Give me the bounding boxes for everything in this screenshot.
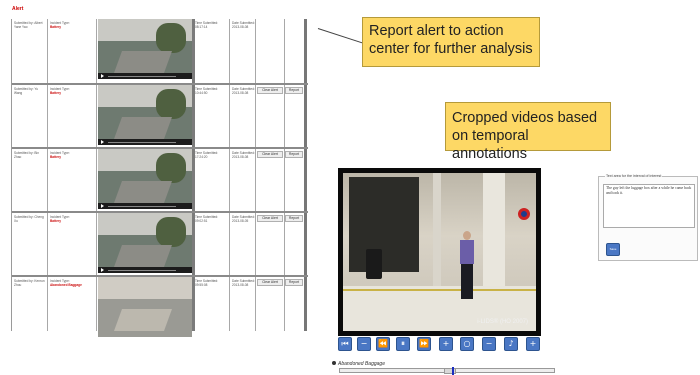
annotation-panel: Text area for the interval of interest T…: [598, 174, 698, 261]
submitted-by: Submitted by: Cheng Xu: [14, 215, 44, 223]
annotation-legend: Text area for the interval of interest: [605, 174, 663, 178]
submitted-by: Submitted by: Yu Wang: [14, 87, 39, 95]
rewind-icon[interactable]: ⏪: [376, 337, 390, 351]
play-icon[interactable]: [101, 204, 104, 208]
volume-icon[interactable]: ♪: [504, 337, 518, 351]
zoom-out-icon[interactable]: −: [357, 337, 371, 351]
report-button[interactable]: Report: [285, 215, 303, 222]
cropped-video-callout: Cropped videos based on temporal annotat…: [445, 102, 611, 162]
date-submitted: Date Submitted: 2013-08-08: [232, 21, 255, 29]
play-icon[interactable]: [101, 74, 104, 78]
play-icon[interactable]: [101, 268, 104, 272]
timeline-slider[interactable]: [339, 367, 555, 375]
person-figure: [458, 231, 476, 299]
time-submitted: Time Submitted: 08:17:14: [195, 21, 219, 29]
clear-alert-button[interactable]: Clear Alert: [257, 87, 283, 94]
video-controls: ⏮ − ⏪ ⏸ ⏩ + ○ − ♪ +: [338, 337, 542, 353]
luggage-figure: [366, 249, 382, 279]
table-row: Submitted by: Albert Yane Yao Incident T…: [12, 19, 308, 81]
video-player[interactable]: i-LIDS® (HO 2007): [338, 168, 541, 336]
incident-type: Incident Type: Battery: [50, 215, 70, 223]
annotation-textarea[interactable]: The guy left the luggage box after a whi…: [603, 184, 695, 228]
time-submitted: Time Submitted: 09:55:08: [195, 279, 219, 287]
submitted-by: Submitted by: Albert Yane Yao: [14, 21, 43, 29]
clear-alert-button[interactable]: Clear Alert: [257, 215, 283, 222]
slider-handle[interactable]: [444, 368, 456, 374]
alert-title: Alert: [12, 6, 24, 12]
video-thumbnail[interactable]: [98, 85, 192, 145]
video-watermark: i-LIDS® (HO 2007): [477, 319, 528, 325]
incident-type: Incident Type: Battery: [50, 21, 70, 29]
play-icon[interactable]: [101, 140, 104, 144]
incident-type: Incident Type: Battery: [50, 87, 70, 95]
video-frame-image: i-LIDS® (HO 2007): [343, 173, 536, 331]
submitted-by: Submitted by: Kenrun Zhou: [14, 279, 45, 287]
fast-forward-icon[interactable]: ⏩: [417, 337, 431, 351]
report-button[interactable]: Report: [285, 87, 303, 94]
add-icon[interactable]: +: [439, 337, 453, 351]
submitted-by: Submitted by: Bin Zhao: [14, 151, 39, 159]
table-row: Submitted by: Kenrun Zhou Incident Type:…: [12, 275, 308, 337]
marker-icon[interactable]: ○: [460, 337, 474, 351]
report-button[interactable]: Report: [285, 151, 303, 158]
underground-sign-icon: [518, 208, 530, 220]
video-thumbnail[interactable]: [98, 213, 192, 273]
report-button[interactable]: Report: [285, 279, 303, 286]
video-thumbnail[interactable]: [98, 277, 192, 337]
skip-to-start-icon[interactable]: ⏮: [338, 337, 352, 351]
video-thumbnail[interactable]: [98, 149, 192, 209]
selected-annotation[interactable]: Abandoned Baggage: [332, 361, 385, 367]
timeline-marker: [452, 367, 454, 375]
plus-icon[interactable]: +: [526, 337, 540, 351]
callout-pointer: [317, 28, 368, 46]
report-callout: Report alert to action center for furthe…: [362, 17, 540, 67]
table-row: Submitted by: Bin Zhao Incident Type: Bat…: [12, 147, 308, 209]
remove-icon[interactable]: −: [482, 337, 496, 351]
clear-alert-button[interactable]: Clear Alert: [257, 279, 283, 286]
video-thumbnail[interactable]: [98, 19, 192, 79]
save-button[interactable]: Save: [606, 243, 620, 256]
pause-icon[interactable]: ⏸: [396, 337, 410, 351]
clear-alert-button[interactable]: Clear Alert: [257, 151, 283, 158]
time-submitted: Time Submitted: 17:24:20: [195, 151, 219, 159]
incident-type: Incident Type: Abandoned Baggage: [50, 279, 82, 287]
table-row: Submitted by: Yu Wang Incident Type: Batt…: [12, 83, 308, 145]
radio-icon[interactable]: [332, 361, 336, 365]
alert-table: Submitted by: Albert Yane Yao Incident T…: [11, 19, 308, 337]
time-submitted: Time Submitted: 10:44:50: [195, 87, 219, 95]
incident-type: Incident Type: Battery: [50, 151, 70, 159]
time-submitted: Time Submitted: 09:02:51: [195, 215, 219, 223]
table-row: Submitted by: Cheng Xu Incident Type: Bat…: [12, 211, 308, 273]
